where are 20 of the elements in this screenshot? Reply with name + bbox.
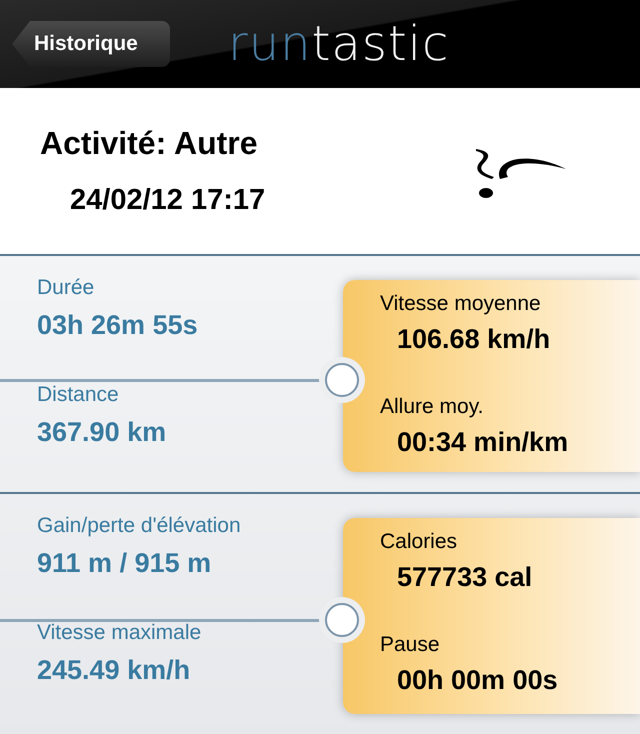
stat-value: 106.68 km/h: [396, 324, 552, 355]
stat-value: 577733 cal: [396, 562, 534, 593]
stat-value: 911 m / 915 m: [37, 548, 212, 579]
back-button[interactable]: Historique: [12, 21, 170, 67]
stat-value: 00:34 min/km: [396, 427, 570, 458]
stat-value: 245.49 km/h: [37, 655, 192, 686]
stat-value: 00h 00m 00s: [396, 665, 559, 696]
stat-label: Vitesse maximale: [37, 621, 202, 645]
logo: runtastic: [228, 16, 450, 72]
activity-title: Activité: Autre: [40, 125, 259, 162]
stat-label: Calories: [380, 530, 458, 554]
stat-label: Durée: [37, 276, 96, 300]
stat-value: 367.90 km: [37, 417, 168, 448]
stat-label: Allure moy.: [380, 395, 484, 419]
stat-label: Pause: [380, 633, 441, 657]
stat-label: Distance: [37, 383, 120, 407]
activity-date: 24/02/12 17:17: [69, 184, 266, 217]
stat-value: 03h 26m 55s: [37, 310, 199, 341]
stat-label: Vitesse moyenne: [380, 292, 542, 316]
stat-label: Gain/perte d'élévation: [37, 514, 242, 538]
